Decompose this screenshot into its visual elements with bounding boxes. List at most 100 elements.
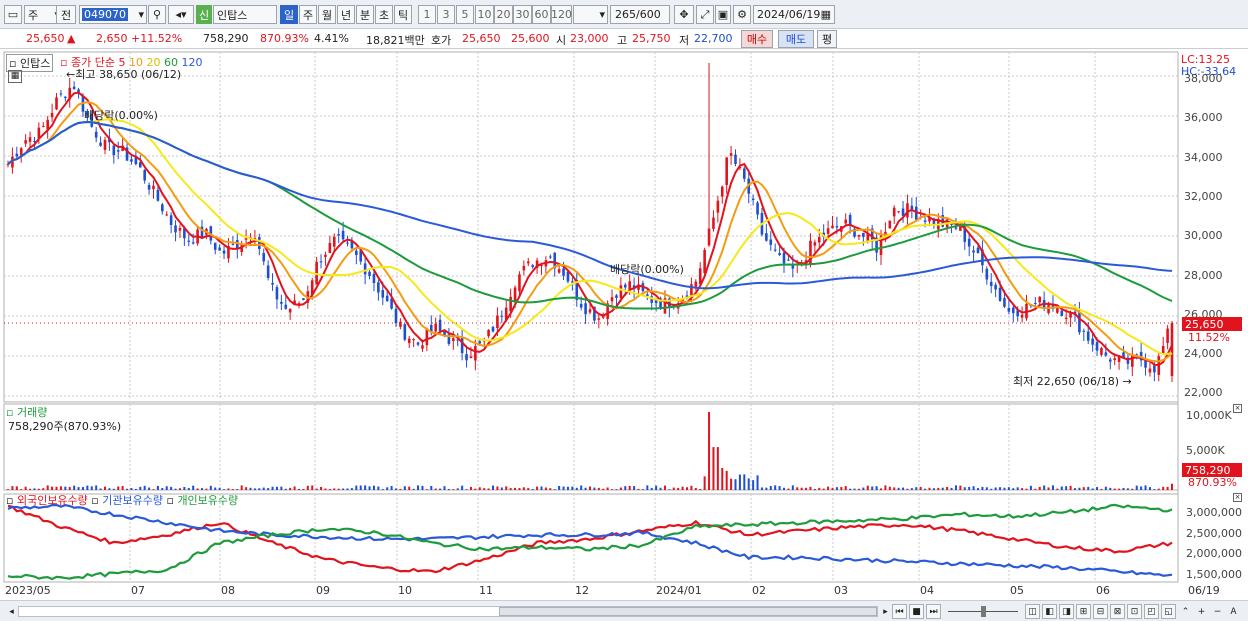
chart-type-icon[interactable]: ⊞	[1076, 604, 1091, 619]
candle-body	[33, 140, 36, 142]
candle-body	[1091, 338, 1094, 345]
chart-type-icon[interactable]: ⊠	[1110, 604, 1125, 619]
chart-type-icon[interactable]: ⊟	[1093, 604, 1108, 619]
eval-button[interactable]: 평	[817, 30, 837, 48]
chart-type-icon[interactable]: ◱	[1161, 604, 1176, 619]
period-tab[interactable]: 년	[337, 5, 355, 24]
close-icon[interactable]: ×	[1233, 493, 1242, 502]
period-tab[interactable]: 분	[356, 5, 374, 24]
zoom-out-icon[interactable]: −	[1210, 604, 1225, 619]
chart-type-icon[interactable]: ◰	[1144, 604, 1159, 619]
interval-button[interactable]: 30	[513, 5, 532, 24]
volume-bar	[544, 487, 547, 490]
candle-body	[385, 295, 389, 302]
volume-bar	[29, 488, 32, 490]
candle-body	[1148, 368, 1152, 373]
period-select-value: 주	[28, 8, 39, 22]
scroll-left-icon[interactable]: ◂	[4, 604, 19, 619]
interval-button[interactable]: 120	[551, 5, 572, 24]
period-tab[interactable]: 틱	[394, 5, 412, 24]
volume-y-tick: 5,000K	[1186, 444, 1225, 457]
interval-button[interactable]: 60	[532, 5, 551, 24]
chevron-down-icon: ▾	[599, 8, 605, 21]
open-label: 시	[556, 34, 567, 47]
zoom-slider-handle[interactable]	[981, 606, 986, 617]
scroll-right-icon[interactable]: ▸	[878, 604, 893, 619]
volume-bar	[117, 486, 120, 490]
candle-body	[773, 249, 777, 251]
volume-bar	[738, 474, 741, 490]
period-tab[interactable]: 주	[299, 5, 317, 24]
volume-bar	[893, 487, 896, 490]
volume-bar	[985, 487, 988, 490]
save-icon[interactable]: ▣	[715, 5, 731, 24]
volume-bar	[725, 470, 728, 490]
layout-icon[interactable]: ◧	[1042, 604, 1057, 619]
interval-button[interactable]: 20	[494, 5, 513, 24]
buy-button[interactable]: 매수	[741, 30, 773, 48]
volume-bar	[518, 488, 521, 490]
stock-code-input[interactable]: 049070 ▾	[79, 5, 147, 24]
interval-button[interactable]: 3	[437, 5, 455, 24]
volume-bar	[937, 487, 940, 490]
candle-body	[831, 225, 834, 229]
rewind-icon[interactable]: ⏮	[892, 604, 907, 619]
crosshair-icon[interactable]: ✥	[674, 5, 694, 24]
volume-bar	[302, 488, 305, 490]
x-axis-label: 2023/05	[5, 584, 51, 597]
sound-icon[interactable]: ◂▾	[168, 5, 194, 24]
interval-button[interactable]: 1	[418, 5, 436, 24]
chart-area[interactable]: ▫ 인탑스 ▫ 종가 단순 5 10 20 60 120 ▦ ←최고 38,65…	[0, 50, 1248, 600]
table-icon[interactable]: ▦	[8, 70, 22, 83]
stop-icon[interactable]: ■	[909, 604, 924, 619]
volume-bar	[218, 487, 221, 490]
search-icon[interactable]: ⚲	[148, 5, 166, 24]
chart-tool-icon[interactable]: ⤢	[696, 5, 714, 24]
period-tab[interactable]: 초	[375, 5, 393, 24]
chevron-up-icon[interactable]: ⌃	[1178, 604, 1193, 619]
interval-button[interactable]: 10	[475, 5, 494, 24]
candle-body	[187, 240, 191, 242]
candle-body	[628, 281, 631, 290]
candle-body	[15, 153, 19, 157]
candle-body	[579, 303, 583, 308]
scrollbar-track[interactable]	[18, 606, 878, 617]
range-select[interactable]: ▾	[573, 5, 608, 24]
period-tab[interactable]: 일	[280, 5, 298, 24]
candle-body	[513, 287, 517, 302]
candle-body	[341, 230, 345, 240]
volume-bar	[333, 488, 336, 490]
volume-bar	[1065, 486, 1068, 490]
scrollbar-thumb[interactable]	[499, 607, 877, 616]
stock-name-field[interactable]: 인탑스	[213, 5, 277, 24]
font-size-icon[interactable]: A	[1226, 604, 1241, 619]
volume-bar	[439, 488, 442, 490]
candle-body	[165, 214, 169, 216]
period-tab[interactable]: 월	[318, 5, 336, 24]
volume-bar	[315, 488, 318, 490]
sell-button[interactable]: 매도	[778, 30, 814, 48]
window-icon[interactable]: ▭	[4, 5, 22, 24]
interval-button[interactable]: 5	[456, 5, 474, 24]
chart-type-icon[interactable]: ⊡	[1127, 604, 1142, 619]
holding-legend-dot: ▫	[91, 494, 103, 507]
volume-bar	[183, 486, 186, 490]
prev-button[interactable]: 전	[56, 5, 76, 24]
date-field[interactable]: 2024/06/19 ▦	[753, 5, 835, 24]
volume-bar	[130, 488, 133, 490]
forward-icon[interactable]: ⏭	[926, 604, 941, 619]
candle-body	[888, 220, 892, 229]
close-icon[interactable]: ×	[1233, 404, 1242, 413]
layout-icon[interactable]: ◫	[1025, 604, 1040, 619]
layout-icon[interactable]: ◨	[1059, 604, 1074, 619]
volume-bar	[650, 487, 653, 490]
volume-bar	[730, 478, 733, 490]
quote-bar: 25,650 ▲ 2,650 +11.52% 758,290 870.93% 4…	[0, 29, 1248, 49]
volume-bar	[902, 487, 905, 490]
candle-body	[1144, 360, 1147, 368]
volume-bar	[267, 488, 270, 490]
count-field[interactable]: 265/600	[610, 5, 670, 24]
gear-icon[interactable]: ⚙	[733, 5, 751, 24]
zoom-in-icon[interactable]: +	[1194, 604, 1209, 619]
volume-bar	[201, 488, 203, 490]
